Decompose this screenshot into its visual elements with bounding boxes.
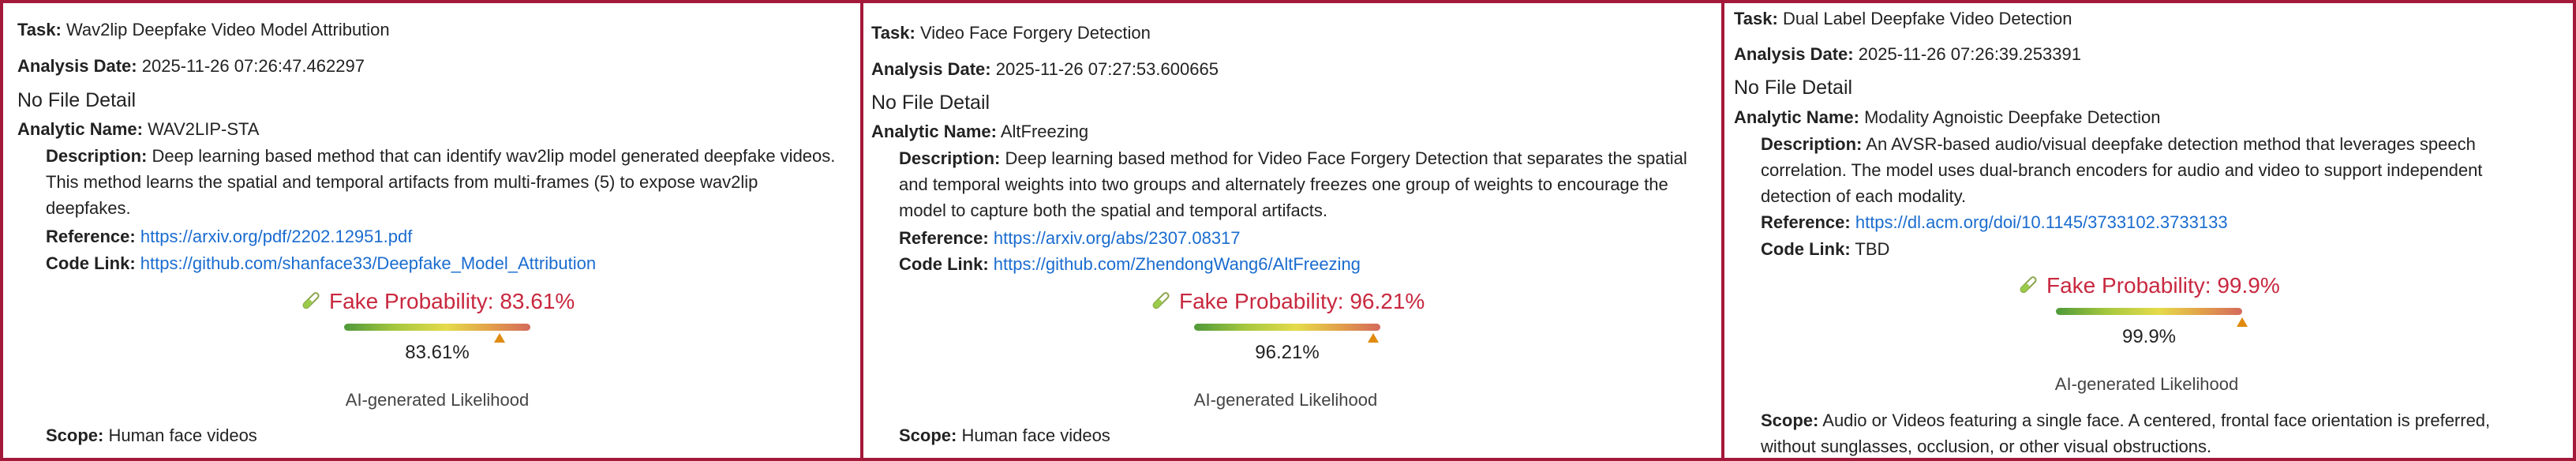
analysis-date-label: Analysis Date: <box>871 59 991 79</box>
scope-row: Scope: Human face videos <box>46 423 257 448</box>
likelihood-label: AI-generated Likelihood <box>345 390 530 410</box>
reference-row: Reference: https://dl.acm.org/doi/10.114… <box>1761 210 2228 235</box>
description-label: Description: <box>899 148 1001 168</box>
description-text: This method learns the spatial and tempo… <box>46 172 758 192</box>
code-link-label: Code Link: <box>46 253 136 273</box>
task-row: Task: Wav2lip Deepfake Video Model Attri… <box>17 17 390 43</box>
reference-link[interactable]: https://arxiv.org/pdf/2202.12951.pdf <box>140 227 413 246</box>
task-label: Task: <box>871 23 915 43</box>
test-tube-icon <box>2020 276 2037 294</box>
analysis-date-row: Analysis Date: 2025-11-26 07:26:39.25339… <box>1734 42 2081 67</box>
analysis-date-label: Analysis Date: <box>1734 44 1854 64</box>
likelihood-bar <box>1194 324 1380 343</box>
description-text: and temporal weights into two groups and… <box>899 174 1668 194</box>
description-label: Description: <box>46 146 148 166</box>
results-board: Task: Wav2lip Deepfake Video Model Attri… <box>0 0 2576 461</box>
analytic-name-value: Modality Agnoistic Deepfake Detection <box>1864 107 2161 127</box>
reference-label: Reference: <box>899 228 989 248</box>
code-link-row: Code Link: https://github.com/shanface33… <box>46 251 596 276</box>
code-link-label: Code Link: <box>899 254 989 274</box>
test-tube-icon <box>1152 292 1170 309</box>
description-text: Deep learning based method that can iden… <box>152 146 836 166</box>
likelihood-bar <box>344 324 530 343</box>
task-row: Task: Dual Label Deepfake Video Detectio… <box>1734 6 2072 32</box>
analytic-name-label: Analytic Name: <box>1734 107 1859 127</box>
result-card-wav2lip: Task: Wav2lip Deepfake Video Model Attri… <box>3 3 860 458</box>
task-label: Task: <box>17 20 62 39</box>
analytic-name-value: AltFreezing <box>1000 122 1089 141</box>
reference-row: Reference: https://arxiv.org/pdf/2202.12… <box>46 224 412 249</box>
fake-probability-text: Fake Probability: 83.61% <box>329 289 575 313</box>
reference-row: Reference: https://arxiv.org/abs/2307.08… <box>899 226 1241 251</box>
description-block: Description: Deep learning based method … <box>899 145 1712 223</box>
probability-percent: 99.9% <box>2121 326 2177 347</box>
code-link-label: Code Link: <box>1761 239 1851 259</box>
reference-link[interactable]: https://arxiv.org/abs/2307.08317 <box>994 228 1241 248</box>
description-label: Description: <box>1761 134 1863 154</box>
description-text: detection of each modality. <box>1761 186 1967 206</box>
description-text: Deep learning based method for Video Fac… <box>1005 148 1687 168</box>
reference-label: Reference: <box>1761 212 1851 232</box>
fake-probability: Fake Probability: 99.9% <box>2016 272 2280 300</box>
task-label: Task: <box>1734 9 1778 28</box>
reference-label: Reference: <box>46 227 136 246</box>
code-link[interactable]: https://github.com/shanface33/Deepfake_M… <box>140 253 596 273</box>
description-text: model to capture both the spatial and te… <box>899 201 1327 220</box>
description-block: Description: Deep learning based method … <box>46 143 851 221</box>
code-link[interactable]: https://github.com/ZhendongWang6/AltFree… <box>994 254 1361 274</box>
result-card-altfreezing: Task: Video Face Forgery Detection Analy… <box>863 3 1721 458</box>
description-text: deepfakes. <box>46 198 131 218</box>
no-file-detail: No File Detail <box>1734 77 1853 99</box>
probability-percent: 83.61% <box>405 342 470 363</box>
scope-value: without sunglasses, occlusion, or other … <box>1761 437 2212 456</box>
test-tube-icon <box>302 292 320 309</box>
no-file-detail: No File Detail <box>871 92 990 114</box>
scope-row: Scope: Audio or Videos featuring a singl… <box>1761 407 2570 458</box>
code-link-row: Code Link: TBD <box>1761 237 1889 262</box>
scope-label: Scope: <box>899 425 957 445</box>
task-value: Dual Label Deepfake Video Detection <box>1782 9 2072 28</box>
likelihood-label: AI-generated Likelihood <box>2054 374 2239 394</box>
scope-value: Audio or Videos featuring a single face.… <box>1822 410 2491 430</box>
analytic-name-label: Analytic Name: <box>17 119 143 139</box>
analytic-name-row: Analytic Name: WAV2LIP-STA <box>17 117 259 142</box>
fake-probability-text: Fake Probability: 96.21% <box>1179 289 1425 313</box>
reference-link[interactable]: https://dl.acm.org/doi/10.1145/3733102.3… <box>1855 212 2228 232</box>
likelihood-label: AI-generated Likelihood <box>1193 390 1378 410</box>
fake-probability-text: Fake Probability: 99.9% <box>2046 273 2280 298</box>
task-value: Video Face Forgery Detection <box>919 23 1151 43</box>
analysis-date-row: Analysis Date: 2025-11-26 07:27:53.60066… <box>871 57 1219 82</box>
fake-probability: Fake Probability: 96.21% <box>1149 287 1425 316</box>
description-block: Description: An AVSR-based audio/visual … <box>1761 131 2570 209</box>
analysis-date-value: 2025-11-26 07:26:39.253391 <box>1858 44 2081 64</box>
code-link: TBD <box>1855 239 1890 259</box>
analytic-name-row: Analytic Name: Modality Agnoistic Deepfa… <box>1734 105 2161 130</box>
analytic-name-label: Analytic Name: <box>871 122 997 141</box>
scope-label: Scope: <box>46 425 104 445</box>
analysis-date-row: Analysis Date: 2025-11-26 07:26:47.46229… <box>17 54 365 79</box>
analysis-date-value: 2025-11-26 07:26:47.462297 <box>141 56 365 76</box>
description-text: correlation. The model uses dual-branch … <box>1761 160 2483 180</box>
description-text: An AVSR-based audio/visual deepfake dete… <box>1866 134 2476 154</box>
code-link-row: Code Link: https://github.com/ZhendongWa… <box>899 252 1361 277</box>
scope-row: Scope: Human face videos <box>899 423 1110 448</box>
task-value: Wav2lip Deepfake Video Model Attribution <box>66 20 390 39</box>
no-file-detail: No File Detail <box>17 89 137 111</box>
likelihood-bar <box>2056 308 2248 327</box>
scope-value: Human face videos <box>961 425 1110 445</box>
task-row: Task: Video Face Forgery Detection <box>871 21 1151 46</box>
scope-value: Human face videos <box>108 425 257 445</box>
analysis-date-value: 2025-11-26 07:27:53.600665 <box>995 59 1219 79</box>
fake-probability: Fake Probability: 83.61% <box>299 287 575 316</box>
analysis-date-label: Analysis Date: <box>17 56 137 76</box>
analytic-name-row: Analytic Name: AltFreezing <box>871 119 1088 144</box>
probability-percent: 96.21% <box>1255 342 1320 363</box>
analytic-name-value: WAV2LIP-STA <box>148 119 260 139</box>
scope-label: Scope: <box>1761 410 1819 430</box>
result-card-modality-agnostic: Task: Dual Label Deepfake Video Detectio… <box>1724 3 2576 458</box>
